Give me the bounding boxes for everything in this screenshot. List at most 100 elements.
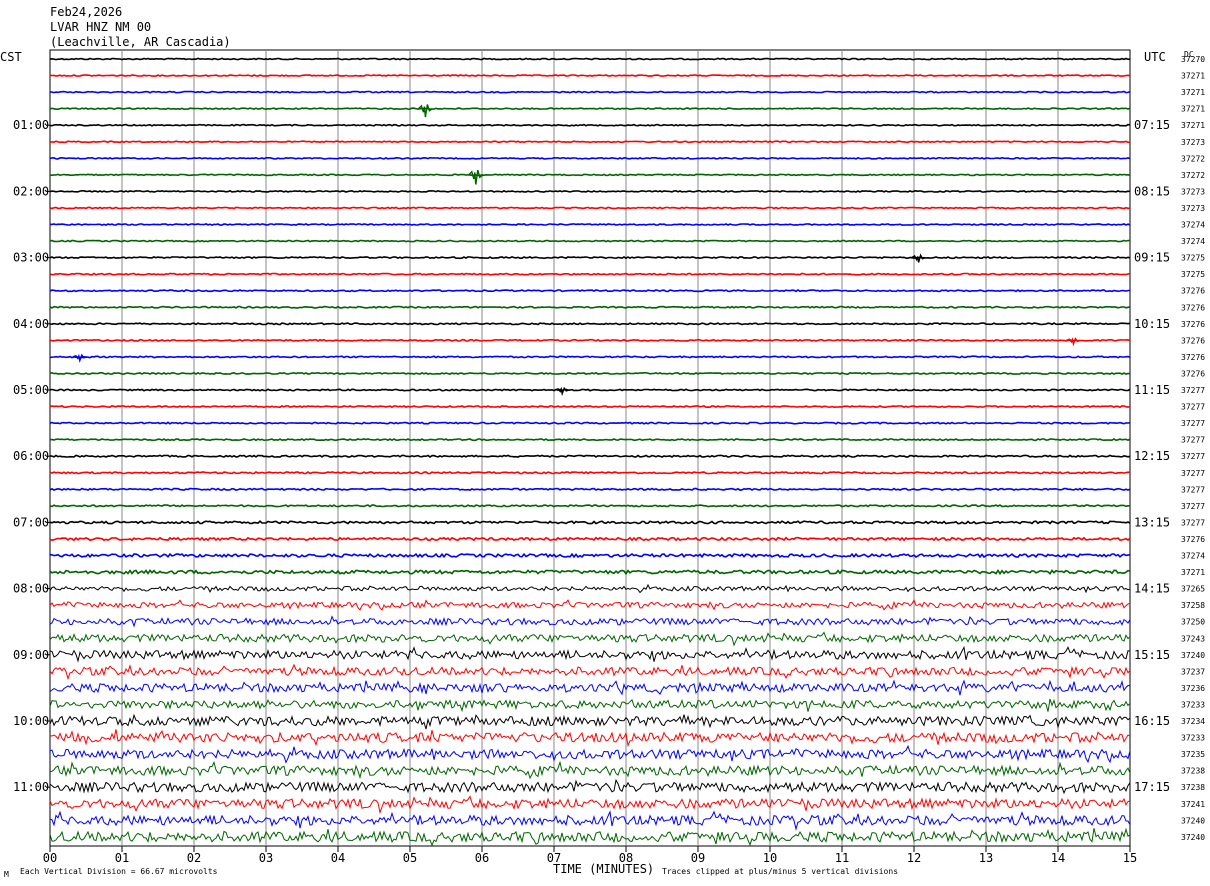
x-tick-label: 00 bbox=[43, 851, 57, 865]
right-hour-label: 14:15 bbox=[1134, 582, 1170, 596]
dc-offset-label: 37233 bbox=[1181, 700, 1205, 709]
utc-label: UTC bbox=[1144, 50, 1166, 64]
dc-offset-label: 37277 bbox=[1181, 386, 1205, 395]
trace-line bbox=[49, 583, 1131, 594]
trace-line bbox=[49, 729, 1131, 748]
trace-line bbox=[49, 90, 1131, 94]
x-tick-label: 03 bbox=[259, 851, 273, 865]
left-hour-label: 02:00 bbox=[13, 184, 49, 198]
dc-offset-label: 37243 bbox=[1181, 634, 1205, 643]
right-hour-label: 11:15 bbox=[1134, 383, 1170, 397]
clip-note: Traces clipped at plus/minus 5 vertical … bbox=[662, 867, 898, 876]
trace-line bbox=[49, 778, 1131, 795]
dc-offset-label: 37237 bbox=[1181, 667, 1205, 676]
trace-line bbox=[49, 679, 1131, 696]
x-tick-label: 11 bbox=[835, 851, 849, 865]
right-hour-label: 10:15 bbox=[1134, 317, 1170, 331]
dc-offset-label: 37240 bbox=[1181, 651, 1205, 660]
trace-line bbox=[49, 57, 1131, 61]
dc-offset-label: 37238 bbox=[1181, 783, 1205, 792]
right-hour-label: 08:15 bbox=[1134, 184, 1170, 198]
x-tick-label: 01 bbox=[115, 851, 129, 865]
x-tick-label: 04 bbox=[331, 851, 345, 865]
trace-line bbox=[49, 156, 1131, 160]
trace-line bbox=[49, 388, 1131, 392]
event-burst bbox=[1066, 337, 1081, 347]
trace-line bbox=[49, 552, 1131, 559]
x-tick-label: 02 bbox=[187, 851, 201, 865]
trace-line bbox=[49, 404, 1131, 409]
trace-line bbox=[49, 663, 1131, 681]
dc-offset-labels: 37270 37271 37271 37271 37271 37273 37272 37272… bbox=[1181, 55, 1205, 842]
trace-line bbox=[49, 744, 1131, 764]
right-hour-label: 13:15 bbox=[1134, 515, 1170, 529]
dc-offset-label: 37276 bbox=[1181, 336, 1205, 345]
dc-offset-label: 37276 bbox=[1181, 535, 1205, 544]
dc-offset-label: 37274 bbox=[1181, 221, 1205, 230]
dc-offset-label: 37277 bbox=[1181, 403, 1205, 412]
left-hour-label: 04:00 bbox=[13, 317, 49, 331]
dc-offset-label: 37271 bbox=[1181, 88, 1205, 97]
left-hour-label: 08:00 bbox=[13, 582, 49, 596]
dc-offset-label: 37277 bbox=[1181, 436, 1205, 445]
dc-offset-label: 37277 bbox=[1181, 518, 1205, 527]
dc-offset-label: 37270 bbox=[1181, 55, 1205, 64]
left-hour-label: 06:00 bbox=[13, 449, 49, 463]
trace-line bbox=[49, 255, 1131, 260]
dc-offset-label: 37273 bbox=[1181, 204, 1205, 213]
dc-offset-label: 37236 bbox=[1181, 684, 1205, 693]
dc-offset-label: 37276 bbox=[1181, 369, 1205, 378]
trace-line bbox=[49, 272, 1131, 276]
event-burst bbox=[417, 104, 433, 118]
left-hour-label: 10:00 bbox=[13, 714, 49, 728]
trace-line bbox=[49, 239, 1131, 243]
trace-line bbox=[49, 615, 1131, 628]
left-hour-labels: 01:00 02:00 03:00 04:00 05:00 06:00 07:00 08:00… bbox=[13, 118, 50, 794]
trace-line bbox=[49, 123, 1131, 127]
right-hour-label: 09:15 bbox=[1134, 251, 1170, 265]
right-hour-label: 16:15 bbox=[1134, 714, 1170, 728]
trace-line bbox=[49, 827, 1131, 847]
trace-line bbox=[49, 173, 1131, 177]
trace-line bbox=[49, 355, 1131, 359]
left-hour-label: 01:00 bbox=[13, 118, 49, 132]
x-tick-label: 15 bbox=[1123, 851, 1137, 865]
dc-offset-label: 37271 bbox=[1181, 121, 1205, 130]
header-date: Feb24,2026 bbox=[50, 5, 122, 19]
trace-line bbox=[49, 520, 1131, 525]
right-hour-label: 17:15 bbox=[1134, 780, 1170, 794]
x-tick-label: 09 bbox=[691, 851, 705, 865]
x-tick-label: 14 bbox=[1051, 851, 1065, 865]
dc-offset-label: 37250 bbox=[1181, 618, 1205, 627]
dc-offset-label: 37274 bbox=[1181, 237, 1205, 246]
x-tick-label: 05 bbox=[403, 851, 417, 865]
event-burst bbox=[468, 169, 484, 185]
trace-line bbox=[49, 223, 1131, 227]
right-hour-label: 07:15 bbox=[1134, 118, 1170, 132]
trace-line bbox=[49, 471, 1131, 475]
right-hour-labels: 07:15 08:15 09:15 10:15 11:15 12:15 13:15 14:15… bbox=[1134, 118, 1170, 794]
trace-line bbox=[50, 140, 1131, 144]
cst-label: CST bbox=[0, 50, 22, 64]
right-hour-label: 12:15 bbox=[1134, 449, 1170, 463]
trace-line bbox=[49, 713, 1131, 730]
trace-line bbox=[49, 189, 1131, 193]
x-tick-label: 13 bbox=[979, 851, 993, 865]
scale-note: Each Vertical Division = 66.67 microvolt… bbox=[20, 867, 218, 876]
trace-line bbox=[49, 322, 1131, 326]
trace-line bbox=[49, 760, 1131, 780]
footer-logo: M bbox=[4, 870, 9, 879]
trace-line bbox=[49, 438, 1131, 442]
dc-offset-label: 37276 bbox=[1181, 320, 1205, 329]
trace-line bbox=[49, 698, 1131, 713]
dc-offset-label: 37277 bbox=[1181, 485, 1205, 494]
header-station: LVAR HNZ NM 00 bbox=[50, 20, 151, 34]
dc-offset-label: 37233 bbox=[1181, 734, 1205, 743]
dc-offset-label: 37272 bbox=[1181, 154, 1205, 163]
dc-offset-label: 37276 bbox=[1181, 353, 1205, 362]
dc-offset-label: 37273 bbox=[1181, 187, 1205, 196]
trace-line bbox=[49, 569, 1131, 576]
trace-line bbox=[49, 454, 1131, 459]
trace-line bbox=[49, 810, 1131, 831]
dc-offset-label: 37277 bbox=[1181, 419, 1205, 428]
